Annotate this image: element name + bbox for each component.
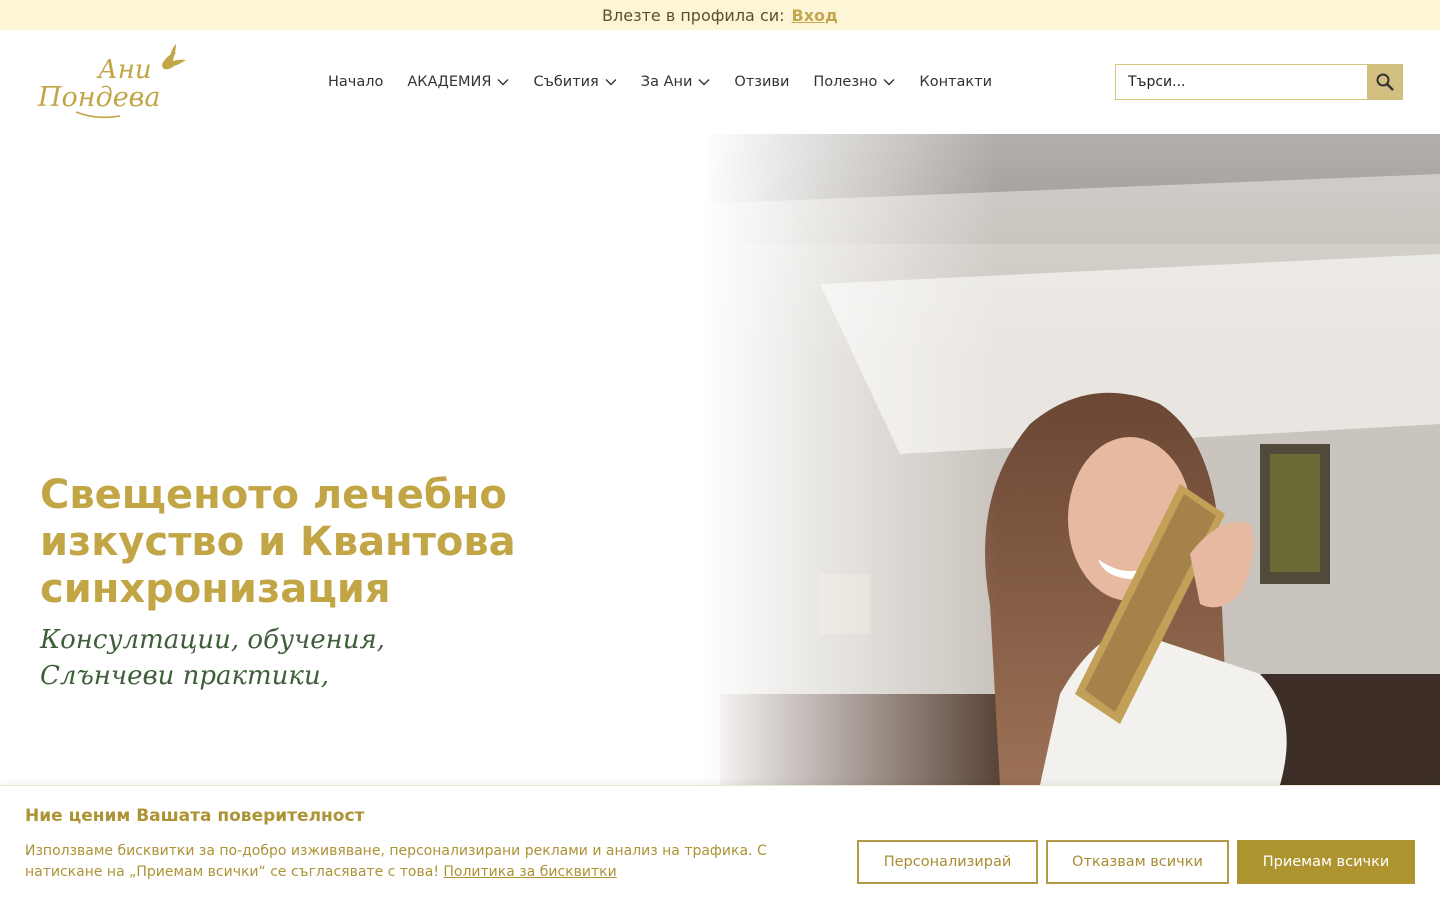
search-box — [1115, 64, 1403, 100]
accept-all-button[interactable]: Приемам всички — [1237, 840, 1415, 884]
search-button[interactable] — [1367, 64, 1403, 100]
nav-label: Контакти — [919, 74, 993, 90]
nav-label: Начало — [328, 74, 384, 90]
chevron-down-icon — [698, 79, 710, 86]
logo-graphic: Ани Пондева — [37, 44, 186, 119]
cookie-title: Ние ценим Вашата поверителност — [25, 806, 365, 826]
nav-item-academy[interactable]: АКАДЕМИЯ — [395, 74, 521, 90]
search-icon — [1376, 73, 1394, 91]
customize-cookies-button[interactable]: Персонализирай — [857, 840, 1038, 884]
logo-line1: Ани — [96, 55, 152, 85]
hero-section: Свещеното лечебно изкуство и Квантова си… — [0, 134, 1440, 785]
hero-title: Свещеното лечебно изкуство и Квантова си… — [40, 472, 516, 612]
cookie-text: Използваме бисквитки за по-добро изживяв… — [25, 841, 835, 883]
login-link[interactable]: Вход — [792, 6, 838, 25]
nav-label: АКАДЕМИЯ — [407, 74, 492, 90]
nav-item-home[interactable]: Начало — [316, 74, 395, 90]
nav-item-contacts[interactable]: Контакти — [907, 74, 1004, 90]
search-input[interactable] — [1115, 64, 1367, 100]
nav-label: За Ани — [640, 74, 693, 90]
hero-subtitle-line2: Слънчеви практики, — [40, 661, 329, 691]
cookie-banner: Ние ценим Вашата поверителност Използвам… — [0, 785, 1440, 900]
reject-all-button[interactable]: Отказвам всички — [1046, 840, 1229, 884]
main-nav: Начало АКАДЕМИЯ Събития За Ани Отзиви По… — [316, 70, 1004, 94]
chevron-down-icon — [883, 79, 895, 86]
nav-label: Отзиви — [734, 74, 790, 90]
chevron-down-icon — [497, 79, 509, 86]
hero-subtitle-line1: Консултации, обучения, — [40, 625, 385, 655]
login-prompt: Влезте в профила си: — [602, 5, 785, 25]
chevron-down-icon — [605, 79, 617, 86]
nav-item-events[interactable]: Събития — [521, 74, 628, 90]
hero-subtitle: Консултации, обучения, Слънчеви практики… — [40, 622, 600, 694]
nav-item-useful[interactable]: Полезно — [801, 74, 907, 90]
dove-icon — [162, 44, 186, 70]
site-logo[interactable]: Ани Пондева — [36, 42, 188, 122]
cookie-description: Използваме бисквитки за по-добро изживяв… — [25, 843, 767, 880]
logo-line2: Пондева — [37, 82, 161, 113]
login-bar: Влезте в профила си: Вход — [0, 0, 1440, 30]
cookie-policy-link[interactable]: Политика за бисквитки — [443, 864, 616, 880]
nav-label: Полезно — [813, 74, 878, 90]
nav-item-about[interactable]: За Ани — [629, 74, 723, 90]
nav-item-reviews[interactable]: Отзиви — [722, 74, 801, 90]
site-header: Ани Пондева Начало АКАДЕМИЯ Събития За А… — [0, 30, 1440, 134]
hero-photo — [700, 134, 1440, 785]
nav-label: Събития — [533, 74, 599, 90]
